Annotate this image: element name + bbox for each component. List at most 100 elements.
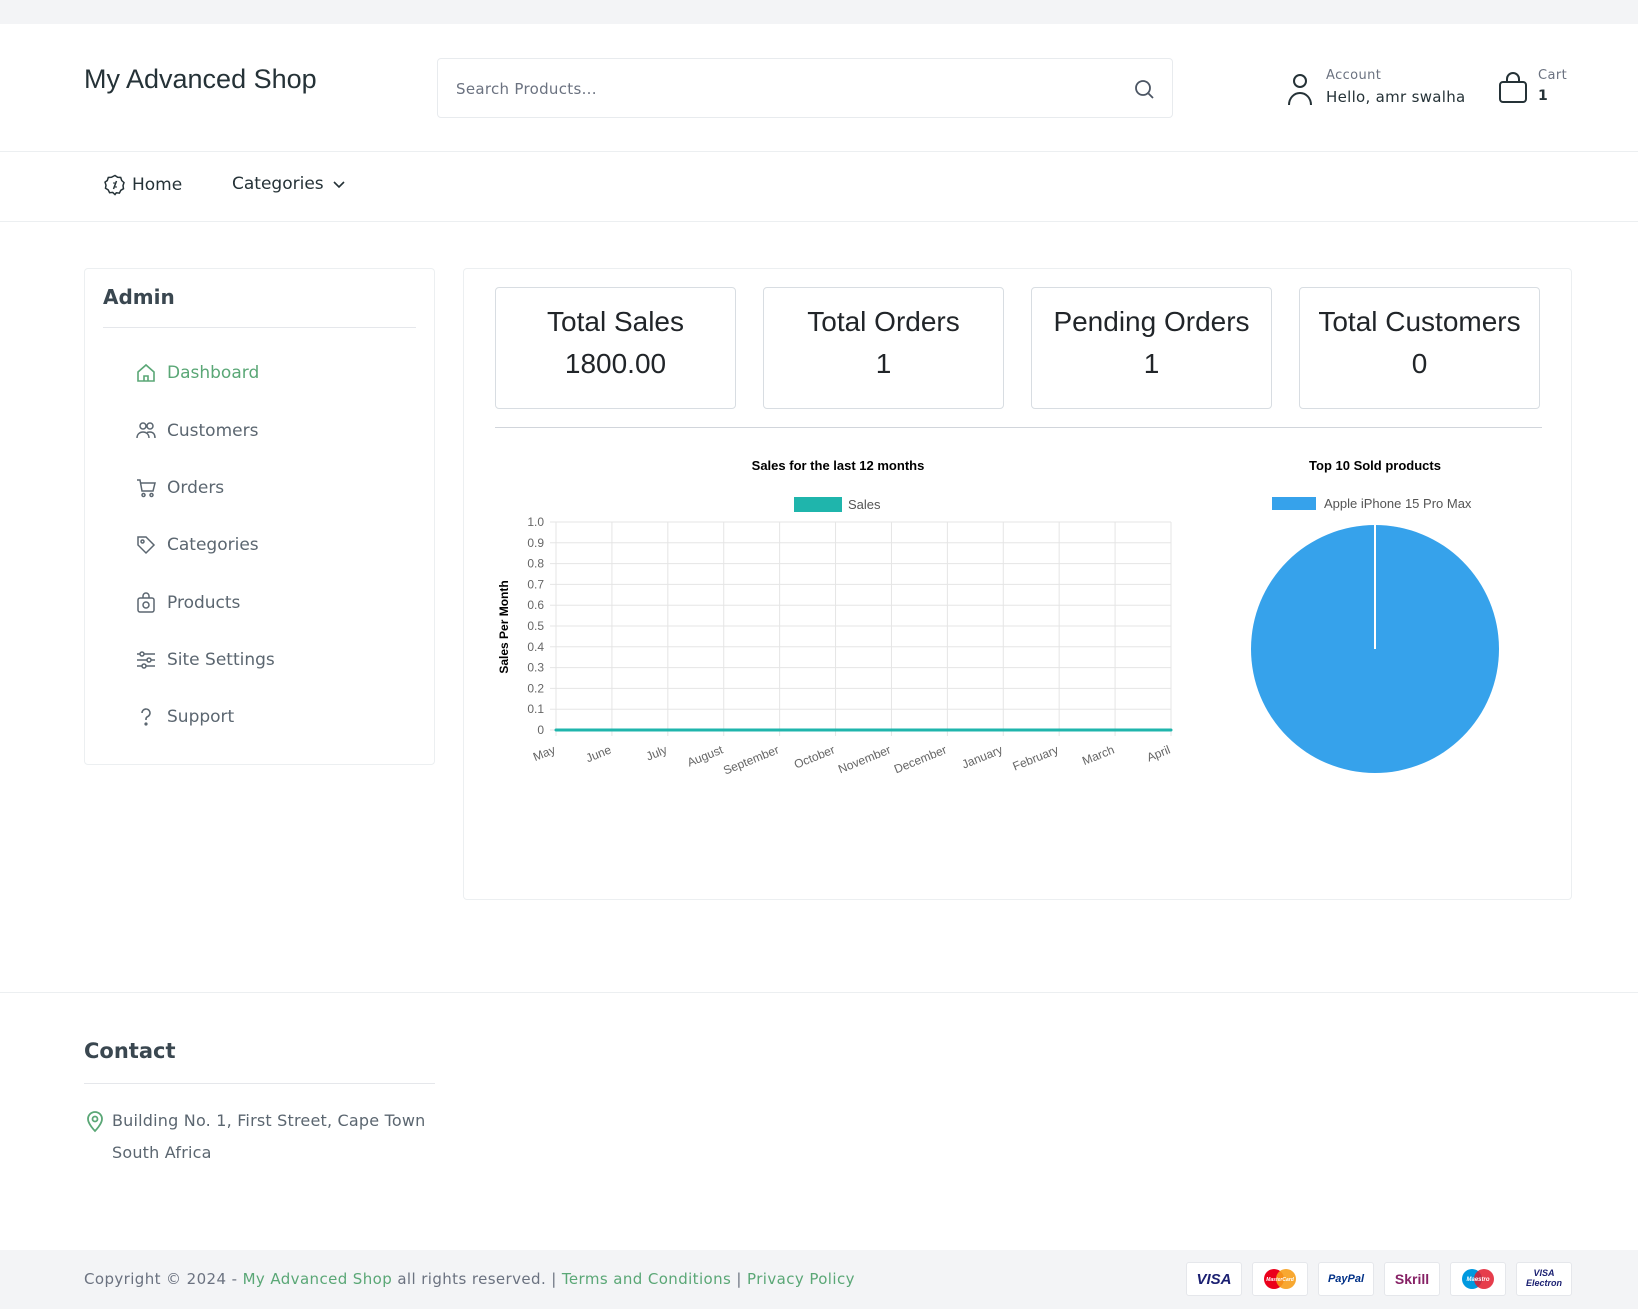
search-box [437, 58, 1173, 118]
top-strip [0, 0, 1638, 24]
badge-icon [104, 174, 125, 196]
mastercard-icon: MasterCard [1252, 1262, 1308, 1296]
sales-point[interactable] [945, 728, 949, 732]
svg-text:MasterCard: MasterCard [1266, 1277, 1294, 1283]
pie-chart-title: Top 10 Sold products [1309, 458, 1441, 473]
line-chart-xticks: May June July AugustSeptember October Novembe… [531, 742, 1172, 777]
site-footer: Contact Building No. 1, First Street, Ca… [0, 992, 1638, 1250]
skrill-icon: Skrill [1384, 1262, 1440, 1296]
y-tick-label: 0.5 [527, 619, 544, 633]
paypal-icon: PayPal [1318, 1262, 1374, 1296]
cart-icon [137, 479, 156, 498]
sidebar-item-dashboard[interactable]: Dashboard [135, 359, 259, 387]
copyright-prefix: Copyright © 2024 - [84, 1270, 238, 1288]
line-legend-swatch [794, 497, 842, 512]
admin-sidebar: Admin Dashboard Customers Orders Categor… [84, 268, 435, 765]
search-icon[interactable] [1132, 77, 1156, 101]
x-tick-label: August [685, 742, 726, 769]
charts-area: Sales for the last 12 months Sales Sales… [497, 458, 1499, 778]
nav-home[interactable]: Home [104, 174, 182, 196]
y-tick-label: 0.9 [527, 536, 544, 550]
user-icon [1288, 74, 1312, 106]
line-chart-ylabel: Sales Per Month [497, 580, 511, 673]
line-legend-label[interactable]: Sales [848, 497, 881, 512]
sidebar-item-label: Support [167, 707, 235, 727]
site-header: My Advanced Shop Account Hello, amr swal… [0, 24, 1638, 152]
address-line-1: Building No. 1, First Street, Cape Town [112, 1111, 426, 1130]
sidebar-title: Admin [103, 285, 175, 309]
payment-methods: VISA MasterCard PayPal Skrill Maestro VI… [1186, 1262, 1572, 1296]
account-label: Account [1326, 68, 1382, 83]
sidebar-item-label: Products [167, 593, 241, 613]
location-pin-icon [87, 1111, 103, 1133]
x-tick-label: July [644, 743, 669, 764]
pie-legend-label[interactable]: Apple iPhone 15 Pro Max [1324, 496, 1472, 511]
line-chart-yticks: 0 0.1 0.2 0.3 0.4 0.5 0.6 0.7 0.8 0.9 1.0 [527, 515, 544, 737]
sales-point[interactable] [889, 728, 893, 732]
sidebar-item-label: Categories [167, 535, 259, 555]
sales-point[interactable] [834, 728, 838, 732]
sales-point[interactable] [1001, 728, 1005, 732]
nav-home-label: Home [132, 175, 183, 195]
sidebar-item-support[interactable]: Support [135, 703, 234, 731]
x-tick-label: April [1145, 743, 1173, 765]
contact-title: Contact [84, 1039, 176, 1063]
sales-point[interactable] [610, 728, 614, 732]
bag-icon [137, 592, 155, 613]
chevron-down-icon [333, 181, 345, 189]
sidebar-item-customers[interactable]: Customers [135, 417, 258, 445]
pie-legend-swatch [1272, 497, 1316, 510]
y-tick-label: 0.8 [527, 557, 544, 571]
rights-text: all rights reserved. | [397, 1270, 557, 1288]
sales-point[interactable] [1057, 728, 1061, 732]
sales-point[interactable] [1113, 728, 1117, 732]
x-tick-label: November [836, 743, 893, 777]
pie-chart-slices [1251, 525, 1499, 773]
x-tick-label: March [1080, 743, 1116, 768]
sidebar-item-orders[interactable]: Orders [135, 474, 224, 502]
sales-point[interactable] [666, 728, 670, 732]
maestro-icon: Maestro [1450, 1262, 1506, 1296]
contact-divider [84, 1083, 435, 1084]
visa-icon: VISA [1186, 1262, 1242, 1296]
cart-label: Cart [1538, 68, 1568, 83]
y-tick-label: 0.2 [527, 681, 544, 695]
y-tick-label: 0 [537, 723, 544, 737]
sidebar-item-label: Site Settings [167, 650, 275, 670]
line-chart-grid [550, 521, 1172, 736]
x-tick-label: January [960, 743, 1005, 772]
separator: | [736, 1270, 742, 1288]
sales-point[interactable] [554, 728, 558, 732]
line-chart-series [554, 728, 1173, 732]
account-greeting: Hello, amr swalha [1326, 88, 1466, 106]
nav-categories-dropdown[interactable]: Categories [232, 174, 346, 194]
sales-point[interactable] [722, 728, 726, 732]
y-tick-label: 1.0 [527, 515, 544, 529]
x-tick-label: September [721, 743, 781, 778]
copyright-text: Copyright © 2024 - My Advanced Shop all … [84, 1270, 855, 1288]
y-tick-label: 0.3 [527, 661, 544, 675]
search-input[interactable] [456, 77, 1096, 101]
privacy-link[interactable]: Privacy Policy [747, 1270, 855, 1288]
x-tick-label: February [1011, 743, 1061, 774]
y-tick-label: 0.7 [527, 577, 544, 591]
sales-point[interactable] [778, 728, 782, 732]
y-tick-label: 0.6 [527, 598, 544, 612]
x-tick-label: October [792, 743, 837, 772]
sidebar-item-products[interactable]: Products [135, 589, 240, 617]
sidebar-item-label: Dashboard [167, 363, 260, 383]
site-logo[interactable]: My Advanced Shop [84, 64, 317, 95]
shop-link[interactable]: My Advanced Shop [243, 1270, 393, 1288]
home-icon [137, 363, 155, 382]
sidebar-divider [103, 327, 416, 328]
sidebar-item-categories[interactable]: Categories [135, 531, 259, 559]
y-tick-label: 0.4 [527, 640, 544, 654]
sidebar-item-label: Customers [167, 421, 259, 441]
sales-point[interactable] [1169, 728, 1173, 732]
x-tick-label: June [584, 742, 614, 765]
sidebar-item-site-settings[interactable]: Site Settings [135, 646, 275, 674]
nav-categories-label: Categories [232, 174, 324, 194]
main-nav: Home Categories [0, 152, 1638, 222]
terms-link[interactable]: Terms and Conditions [562, 1270, 731, 1288]
tag-icon [137, 536, 156, 555]
